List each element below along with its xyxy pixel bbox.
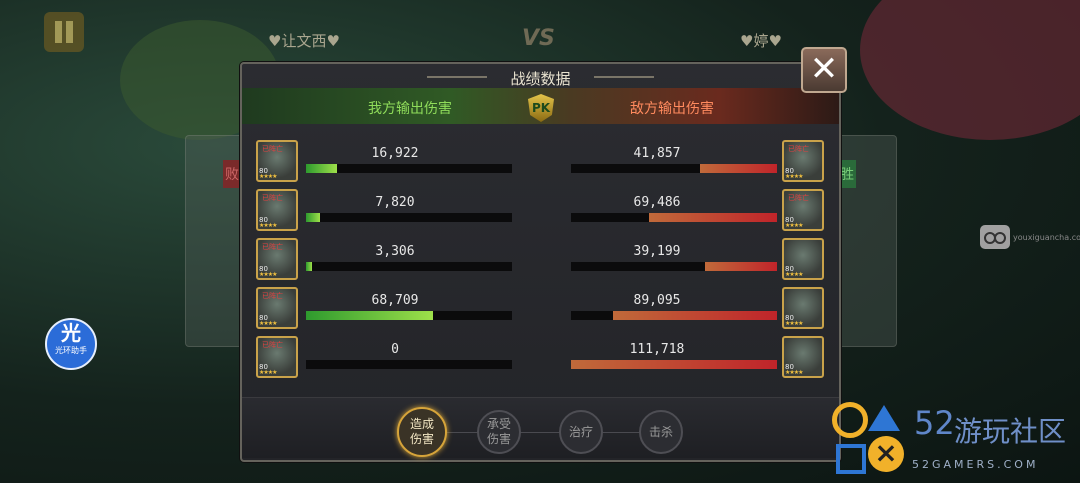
hero-avatar[interactable]: 已阵亡 80 ★★★★ — [782, 140, 824, 182]
hero-avatar[interactable]: 80 ★★★★ — [782, 287, 824, 329]
damage-bar-fill — [613, 311, 777, 320]
lose-badge: 败 — [223, 160, 241, 188]
damage-bar-track — [306, 262, 512, 271]
helper-logo-text: 光 — [61, 321, 81, 345]
damage-value: 89,095 — [633, 293, 681, 308]
pause-icon[interactable] — [44, 12, 84, 52]
tab-damage-taken[interactable]: 承受 伤害 — [477, 410, 521, 454]
battle-stats-panel: 战绩数据 我方输出伤害 PK 敌方输出伤害 已阵亡 80 ★★★★ 16,922… — [240, 62, 841, 462]
star-icon: ★★★★ — [259, 222, 277, 229]
star-icon: ★★★★ — [259, 271, 277, 278]
damage-value: 69,486 — [633, 195, 681, 210]
dead-status: 已阵亡 — [788, 194, 809, 202]
tab-kills[interactable]: 击杀 — [639, 410, 683, 454]
dead-status: 已阵亡 — [262, 194, 283, 202]
damage-row: 已阵亡 80 ★★★★ 7,820 已阵亡 80 ★★★★ 69,486 — [242, 189, 839, 237]
damage-row: 已阵亡 80 ★★★★ 68,709 80 ★★★★ 89,095 — [242, 287, 839, 335]
player-left-name: ♥让文西♥ — [268, 32, 340, 50]
damage-value: 0 — [391, 342, 399, 357]
title-ornament-right — [594, 76, 654, 78]
hero-avatar[interactable]: 已阵亡 80 ★★★★ — [256, 287, 298, 329]
damage-bar-fill — [306, 213, 320, 222]
damage-bar-fill — [306, 311, 433, 320]
hero-avatar[interactable]: 已阵亡 80 ★★★★ — [256, 336, 298, 378]
star-icon: ★★★★ — [785, 271, 803, 278]
star-icon: ★★★★ — [785, 173, 803, 180]
float-tool-icon[interactable] — [980, 225, 1010, 249]
hero-avatar[interactable]: 已阵亡 80 ★★★★ — [782, 189, 824, 231]
damage-bar-fill — [649, 213, 777, 222]
vs-label: VS — [522, 26, 555, 51]
damage-bar-track — [306, 164, 512, 173]
damage-value: 7,820 — [375, 195, 415, 210]
our-damage-header: 我方输出伤害 — [368, 101, 452, 117]
dead-status: 已阵亡 — [262, 292, 283, 300]
square-icon — [836, 444, 866, 474]
tab-damage-dealt[interactable]: 造成 伤害 — [397, 407, 447, 457]
star-icon: ★★★★ — [259, 173, 277, 180]
damage-bar-track — [571, 164, 777, 173]
hero-avatar[interactable]: 已阵亡 80 ★★★★ — [256, 238, 298, 280]
hero-avatar[interactable]: 已阵亡 80 ★★★★ — [256, 189, 298, 231]
hero-avatar[interactable]: 80 ★★★★ — [782, 336, 824, 378]
damage-bar-track — [306, 360, 512, 369]
star-icon: ★★★★ — [785, 320, 803, 327]
damage-bar-fill — [306, 262, 312, 271]
star-icon: ★★★★ — [259, 369, 277, 376]
damage-bar-fill — [306, 164, 337, 173]
circle-icon — [832, 402, 868, 438]
watermark-domain: 52GAMERS.COM — [912, 458, 1039, 471]
damage-bar-fill — [571, 360, 777, 369]
star-icon: ★★★★ — [785, 369, 803, 376]
damage-bar-track — [306, 311, 512, 320]
damage-bar-track — [571, 360, 777, 369]
dead-status: 已阵亡 — [262, 341, 283, 349]
damage-header: 我方输出伤害 PK 敌方输出伤害 — [242, 88, 839, 124]
damage-row: 已阵亡 80 ★★★★ 0 80 ★★★★ 111,718 — [242, 336, 839, 384]
damage-bar-track — [571, 213, 777, 222]
star-icon: ★★★★ — [785, 222, 803, 229]
damage-value: 111,718 — [629, 342, 685, 357]
damage-value: 3,306 — [375, 244, 415, 259]
helper-label: 光环助手 — [55, 346, 87, 355]
tab-healing[interactable]: 治疗 — [559, 410, 603, 454]
stat-tabs: 造成 伤害 承受 伤害 治疗 击杀 — [242, 397, 839, 458]
damage-bar-track — [306, 213, 512, 222]
triangle-icon — [868, 405, 900, 431]
float-tool-text: youxiguancha.com — [1013, 233, 1080, 242]
damage-value: 16,922 — [371, 146, 419, 161]
star-icon: ★★★★ — [259, 320, 277, 327]
damage-bar-track — [571, 262, 777, 271]
damage-bar-track — [571, 311, 777, 320]
battle-top-bar: ♥让文西♥ VS ♥婷♥ — [0, 0, 1080, 60]
watermark-title: 游玩社区 — [954, 415, 1067, 448]
watermark-number: 52 — [914, 404, 955, 442]
pk-badge-icon: PK — [528, 94, 554, 122]
damage-bar-fill — [700, 164, 777, 173]
damage-value: 68,709 — [371, 293, 419, 308]
dead-status: 已阵亡 — [262, 145, 283, 153]
damage-value: 39,199 — [633, 244, 681, 259]
helper-app-button[interactable]: 光 光环助手 — [45, 318, 97, 370]
watermark: × 52 游玩社区 52GAMERS.COM — [832, 402, 1077, 478]
hero-avatar[interactable]: 80 ★★★★ — [782, 238, 824, 280]
damage-value: 41,857 — [633, 146, 681, 161]
damage-row: 已阵亡 80 ★★★★ 3,306 80 ★★★★ 39,199 — [242, 238, 839, 286]
panel-title: 战绩数据 — [510, 70, 571, 88]
dead-status: 已阵亡 — [788, 145, 809, 153]
enemy-damage-header: 敌方输出伤害 — [630, 101, 714, 117]
dead-status: 已阵亡 — [262, 243, 283, 251]
cross-icon: × — [868, 436, 904, 472]
damage-bar-fill — [705, 262, 777, 271]
close-button[interactable]: ✕ — [801, 47, 847, 93]
player-right-name: ♥婷♥ — [740, 32, 782, 50]
hero-avatar[interactable]: 已阵亡 80 ★★★★ — [256, 140, 298, 182]
damage-row: 已阵亡 80 ★★★★ 16,922 已阵亡 80 ★★★★ 41,857 — [242, 140, 839, 188]
